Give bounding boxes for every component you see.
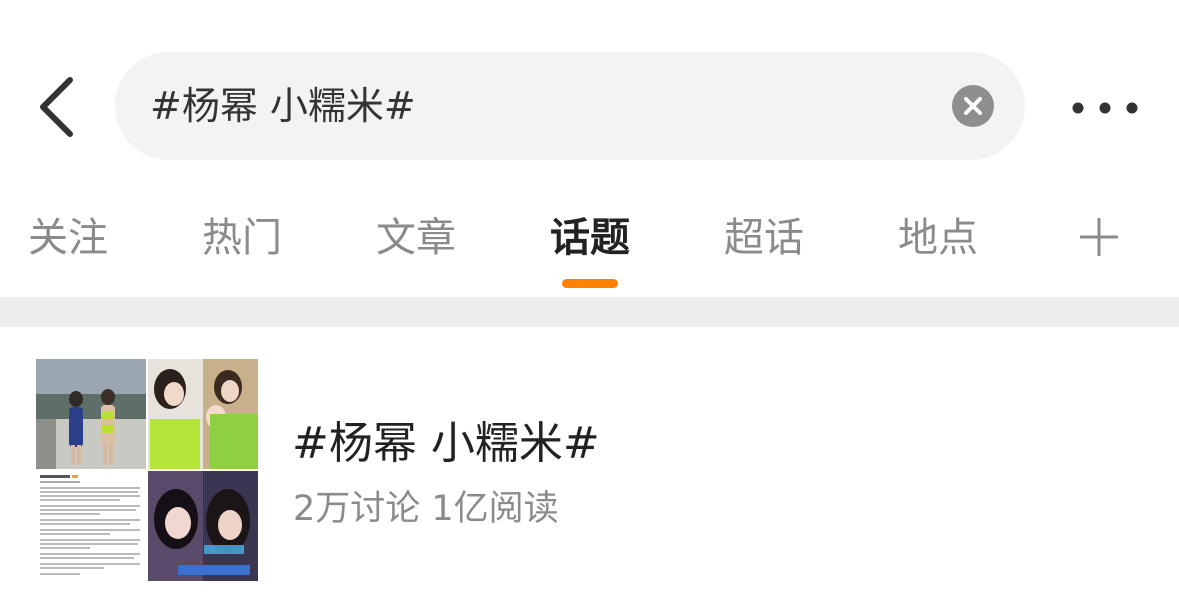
tab-topics[interactable]: 话题 [535, 210, 645, 266]
tab-follow[interactable]: 关注 [13, 210, 123, 266]
topic-thumbnail [36, 359, 258, 581]
back-button[interactable] [28, 72, 88, 142]
thumbnail-photo-show [148, 471, 258, 581]
topic-result-item[interactable]: #杨幂 小糯米# 2万讨论 1亿阅读 [0, 327, 1179, 606]
thumbnail-photo-yacht [36, 359, 146, 469]
search-box[interactable] [115, 52, 1025, 160]
thumbnail-photo-green [148, 359, 258, 469]
thumbnail-text-screenshot [36, 471, 146, 581]
search-input[interactable] [150, 52, 930, 160]
clear-search-button[interactable] [952, 85, 994, 127]
tab-super-topics[interactable]: 超话 [709, 210, 819, 266]
tab-hot[interactable]: 热门 [187, 210, 297, 266]
back-arrow-icon [40, 77, 73, 137]
top-bar [0, 0, 1179, 180]
tab-articles[interactable]: 文章 [361, 210, 471, 266]
active-tab-indicator [562, 279, 618, 288]
add-tab-button[interactable] [1074, 212, 1124, 262]
tab-places[interactable]: 地点 [883, 210, 993, 266]
section-divider [0, 297, 1179, 327]
tab-bar: 关注 热门 文章 话题 超话 地点 [0, 190, 1179, 295]
more-dots-icon [1072, 102, 1138, 114]
plus-icon [1080, 218, 1118, 256]
more-button[interactable] [1066, 90, 1144, 126]
topic-title: #杨幂 小糯米# [292, 418, 600, 469]
topic-stats: 2万讨论 1亿阅读 [293, 489, 559, 529]
clear-icon [964, 97, 982, 115]
